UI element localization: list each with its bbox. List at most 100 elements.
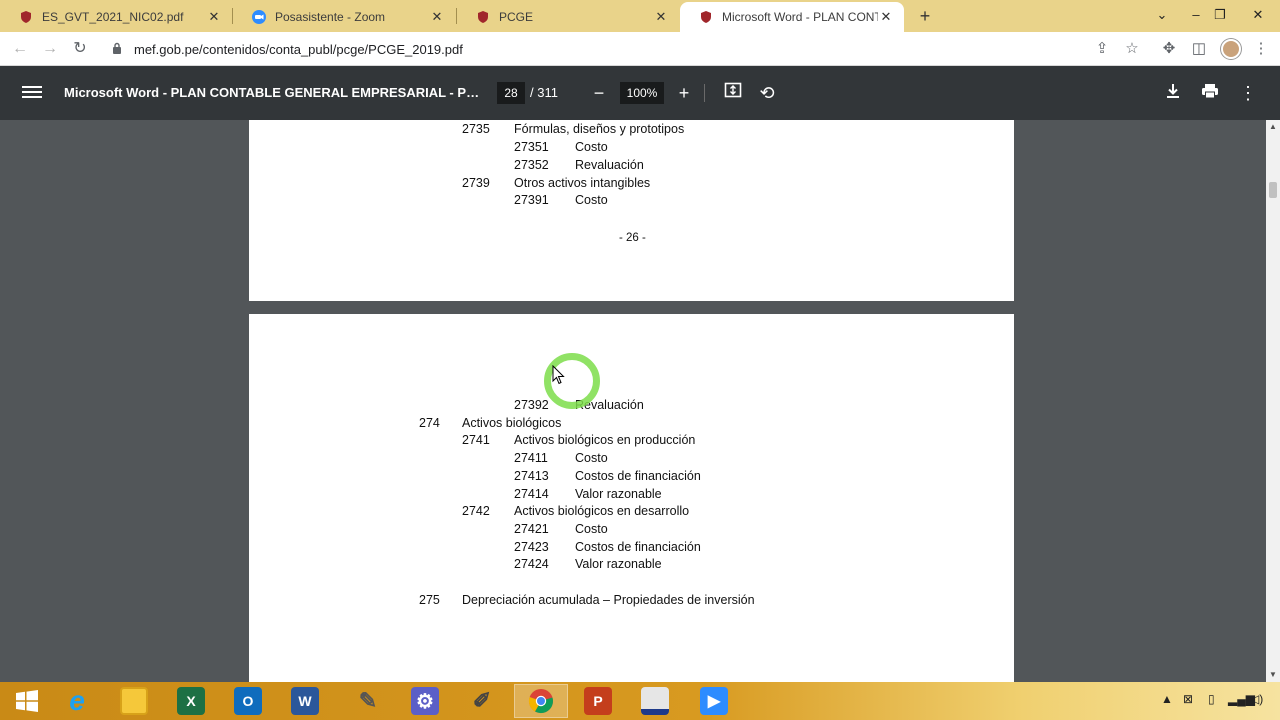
outlook-icon[interactable]: O [221,684,275,718]
page-footer-number: - 26 - [619,232,646,244]
tray-chevron-icon[interactable]: ▲ [1161,692,1173,706]
zoom-icon[interactable]: ▶ [687,684,741,718]
account-code: 27352 [514,158,549,172]
app-icon[interactable] [628,684,682,718]
chrome-menu-icon[interactable]: ⋮ [1250,38,1272,60]
tab-title: Microsoft Word - PLAN CONTABLE [722,10,878,24]
account-name: Costo [575,451,608,465]
account-code: 2735 [462,122,490,136]
zoom-in-icon[interactable]: + [672,81,696,105]
tab-title: PCGE [499,10,534,24]
mouse-pointer-icon [552,364,566,385]
pdf-page: 27392 Revaluación 274 Activos biológicos… [249,314,1014,682]
account-code: 27423 [514,540,549,554]
account-name: Depreciación acumulada – Propiedades de … [462,593,755,607]
rotate-icon[interactable]: ⟲ [755,81,779,105]
file-explorer-icon[interactable] [107,684,161,718]
paint-icon[interactable]: ✎ [341,684,395,718]
excel-icon[interactable]: X [164,684,218,718]
internet-explorer-icon[interactable]: e [50,684,104,718]
menu-hamburger-icon[interactable] [22,83,42,103]
page-total: / 311 [530,85,558,100]
fit-page-icon[interactable] [721,81,745,105]
account-name: Valor razonable [575,487,662,501]
account-name: Valor razonable [575,557,662,571]
page-number-input[interactable]: 28 [497,82,525,104]
close-icon[interactable]: ✕ [206,9,222,25]
tab-zoom[interactable]: Posasistente - Zoom ✕ [233,2,455,32]
account-code: 275 [419,593,440,607]
pdf-toolbar: Microsoft Word - PLAN CONTABLE GENERAL E… [0,66,1280,120]
download-icon[interactable] [1161,81,1185,105]
settings-icon[interactable]: ⚙ [398,684,452,718]
window-close-icon[interactable]: ✕ [1236,0,1280,32]
battery-icon[interactable]: ▯ [1208,692,1215,706]
more-options-icon[interactable]: ⋮ [1236,81,1260,105]
tab-search-chevron-icon[interactable]: ⌄ [1146,0,1178,32]
start-icon[interactable] [0,684,54,718]
account-code: 274 [419,416,440,430]
word-icon[interactable]: W [278,684,332,718]
close-icon[interactable]: ✕ [878,9,894,25]
tab-pcge[interactable]: PCGE ✕ [457,2,679,32]
close-icon[interactable]: ✕ [653,9,669,25]
account-code: 27421 [514,522,549,536]
scroll-down-arrow-icon[interactable]: ▼ [1266,668,1280,682]
account-name: Activos biológicos en producción [514,433,696,447]
lock-icon [112,42,126,57]
forward-arrow-icon[interactable]: → [38,37,62,61]
account-code: 27424 [514,557,549,571]
account-name: Costo [575,140,608,154]
account-code: 27391 [514,193,549,207]
account-name: Costo [575,522,608,536]
mef-shield-icon [698,9,714,25]
pdf-viewport[interactable]: 2735 Fórmulas, diseños y prototipos 2735… [0,120,1266,682]
toolbar-divider [704,84,705,102]
zoom-out-icon[interactable]: − [587,81,611,105]
network-status-icon[interactable]: ⊠ [1183,692,1193,706]
powerpoint-icon[interactable]: P [571,684,625,718]
browser-toolbar: ← → ↻ mef.gob.pe/contenidos/conta_publ/p… [0,32,1280,66]
account-name: Activos biológicos en desarrollo [514,504,690,518]
close-icon[interactable]: ✕ [429,9,445,25]
extensions-puzzle-icon[interactable]: ✥ [1158,38,1180,60]
tab-title: ES_GVT_2021_NIC02.pdf [42,10,184,24]
scrollbar-thumb[interactable] [1269,182,1277,198]
chrome-icon[interactable] [514,684,568,718]
tab-plan-contable[interactable]: Microsoft Word - PLAN CONTABLE ✕ [680,2,904,32]
pdf-page: 2735 Fórmulas, diseños y prototipos 2735… [249,120,1014,301]
tab-es-gvt[interactable]: ES_GVT_2021_NIC02.pdf ✕ [0,2,232,32]
account-code: 27351 [514,140,549,154]
account-code: 2741 [462,433,490,447]
document-title: Microsoft Word - PLAN CONTABLE GENERAL E… [64,85,484,100]
account-code: 27411 [514,451,548,465]
reload-icon[interactable]: ↻ [68,37,92,61]
mef-shield-icon [18,9,34,25]
side-panel-icon[interactable]: ◫ [1188,38,1210,60]
restore-icon[interactable]: ❐ [1204,0,1236,32]
windows-taskbar: e X O W ✎ ⚙ ✐ P ▶ ▲ ⊠ ▯ ▂▄▆ ◁) [0,682,1280,720]
account-name: Activos biológicos [462,416,562,430]
zoom-level-input[interactable]: 100% [620,82,664,104]
new-tab-button[interactable]: + [914,5,936,27]
account-code: 2742 [462,504,490,518]
account-code: 2739 [462,176,490,190]
vertical-scrollbar[interactable]: ▲ ▼ [1266,120,1280,682]
volume-icon[interactable]: ◁) [1250,692,1263,706]
bookmark-star-icon[interactable]: ☆ [1121,38,1143,60]
share-icon[interactable]: ⇪ [1091,38,1113,60]
account-name: Revaluación [575,158,644,172]
tab-strip: ES_GVT_2021_NIC02.pdf ✕ Posasistente - Z… [0,0,1280,32]
address-bar[interactable]: mef.gob.pe/contenidos/conta_publ/pcge/PC… [100,36,1150,62]
tool-icon[interactable]: ✐ [455,684,509,718]
tab-title: Posasistente - Zoom [275,10,386,24]
account-name: Fórmulas, diseños y prototipos [514,122,685,136]
account-name: Otros activos intangibles [514,176,651,190]
account-name: Costos de financiación [575,469,701,483]
profile-avatar[interactable] [1221,39,1241,59]
url-text: mef.gob.pe/contenidos/conta_publ/pcge/PC… [134,41,463,57]
print-icon[interactable] [1198,81,1222,105]
account-name: Costo [575,193,608,207]
back-arrow-icon[interactable]: ← [8,37,32,61]
scroll-up-arrow-icon[interactable]: ▲ [1266,120,1280,134]
